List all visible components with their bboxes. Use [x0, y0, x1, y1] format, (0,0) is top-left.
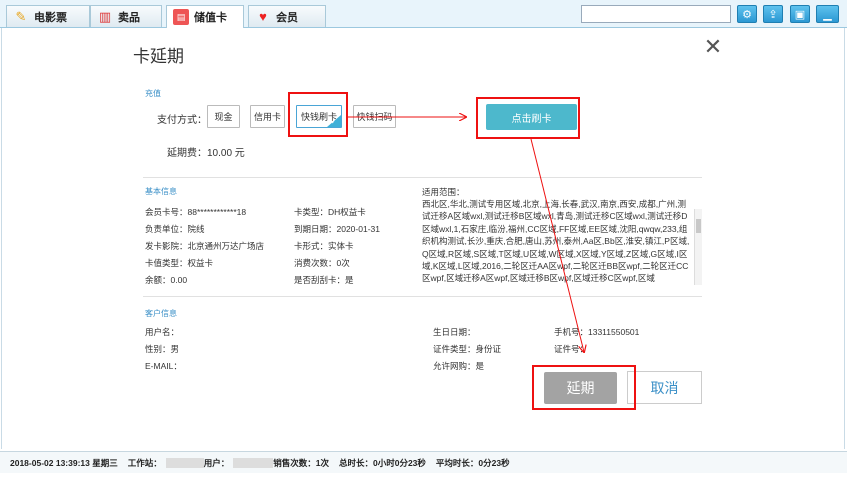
customer-gender: 性别：男	[145, 344, 180, 354]
scrollbar-thumb[interactable]	[696, 219, 701, 233]
swipe-card-button[interactable]: 点击刷卡	[486, 104, 577, 130]
tab-stored-value-card[interactable]: ▤ 储值卡	[166, 5, 244, 28]
customer-id-number: 证件号：	[554, 344, 589, 354]
pay-quick-swipe-button[interactable]: 快钱刷卡 ✓	[296, 105, 342, 128]
allow-online-purchase: 允许网购：是	[433, 361, 485, 371]
heart-icon: ♥	[259, 9, 267, 24]
responsible-unit: 负责单位：院线	[145, 224, 205, 234]
status-sales: 销售次数：1次	[273, 457, 329, 468]
customer-email: E-MAIL：	[145, 361, 182, 371]
close-icon[interactable]: ✕	[703, 37, 723, 59]
scope-label: 适用范围：	[422, 187, 465, 197]
tab-member[interactable]: ♥ 会员	[248, 5, 326, 27]
customer-birthday: 生日日期：	[433, 327, 476, 337]
window-icon[interactable]: ▣	[790, 5, 810, 23]
tab-concessions[interactable]: ▥ 卖品	[90, 5, 162, 27]
cancel-button[interactable]: 取消	[627, 371, 702, 404]
scope-scrollbar[interactable]	[694, 209, 702, 285]
pay-cash-button[interactable]: 现金	[207, 105, 240, 128]
card-value-type: 卡值类型：权益卡	[145, 258, 214, 268]
pay-quick-scan-button[interactable]: 快钱扫码	[353, 105, 396, 128]
redacted-workstation	[165, 457, 204, 468]
divider	[143, 177, 702, 178]
dialog-title: 卡延期	[133, 47, 184, 66]
recharge-section-label: 充值	[145, 89, 161, 98]
customer-phone: 手机号：13311550501	[554, 327, 640, 337]
issuing-cinema: 发卡影院：北京通州万达广场店	[145, 241, 265, 251]
card-number: 会员卡号：88************18	[145, 207, 247, 217]
status-datetime: 2018-05-02 13:39:13 星期三	[10, 457, 118, 468]
settings-icon[interactable]: ⚙	[737, 5, 757, 23]
search-input[interactable]	[581, 5, 731, 23]
basic-info-section-label: 基本信息	[145, 187, 177, 196]
status-workstation: 工作站：	[127, 457, 162, 468]
tab-label: 储值卡	[194, 12, 227, 24]
tab-label: 卖品	[118, 11, 140, 24]
tab-label: 电影票	[34, 11, 67, 24]
expire-date: 到期日期：2020-01-31	[294, 224, 380, 234]
status-bar: 2018-05-02 13:39:13 星期三 工作站： 用户： 销售次数：1次…	[0, 451, 847, 473]
tab-movie-ticket[interactable]: ✎ 电影票	[6, 5, 90, 27]
card-type: 卡类型：DH权益卡	[294, 207, 366, 217]
pay-quick-swipe-label: 快钱刷卡	[300, 112, 337, 122]
pay-method-label: 支付方式：	[157, 115, 207, 126]
redacted-user	[233, 457, 274, 468]
balance: 余额：0.00	[145, 275, 188, 285]
divider	[143, 296, 702, 297]
card-extension-dialog: 卡延期 ✕ 充值 支付方式： 现金 信用卡 快钱刷卡 ✓ 快钱扫码 点击刷卡 延…	[117, 28, 736, 416]
status-total-time: 总时长：0小时0分23秒	[339, 457, 426, 468]
card-form: 卡形式：实体卡	[294, 241, 354, 251]
customer-info-section-label: 客户信息	[145, 309, 177, 318]
ticket-icon: ✎	[15, 8, 27, 24]
top-tab-bar: ✎ 电影票 ▥ 卖品 ▤ 储值卡 ♥ 会员 ⚙ ⇪ ▣ ▁	[0, 0, 847, 28]
customer-name: 用户名：	[145, 327, 180, 337]
extend-button[interactable]: 延期	[544, 372, 617, 404]
scratch-card: 是否刮刮卡：是	[294, 275, 354, 285]
upload-icon[interactable]: ⇪	[763, 5, 783, 23]
pay-credit-card-button[interactable]: 信用卡	[250, 105, 285, 128]
status-avg-time: 平均时长：0分23秒	[435, 457, 510, 468]
popcorn-icon: ▥	[98, 8, 112, 24]
scope-text-area[interactable]: 西北区,华北,测试专用区域,北京,上海,长春,武汉,南京,西安,成都,广州,测试…	[422, 198, 702, 285]
minimize-icon[interactable]: ▁	[816, 5, 839, 23]
card-icon: ▤	[173, 9, 189, 25]
tab-label: 会员	[276, 11, 298, 24]
status-user: 用户：	[203, 457, 230, 468]
consume-count: 消费次数：0次	[294, 258, 350, 268]
customer-id-type: 证件类型：身份证	[433, 344, 502, 354]
extension-fee: 延期费：10.00 元	[167, 148, 245, 159]
